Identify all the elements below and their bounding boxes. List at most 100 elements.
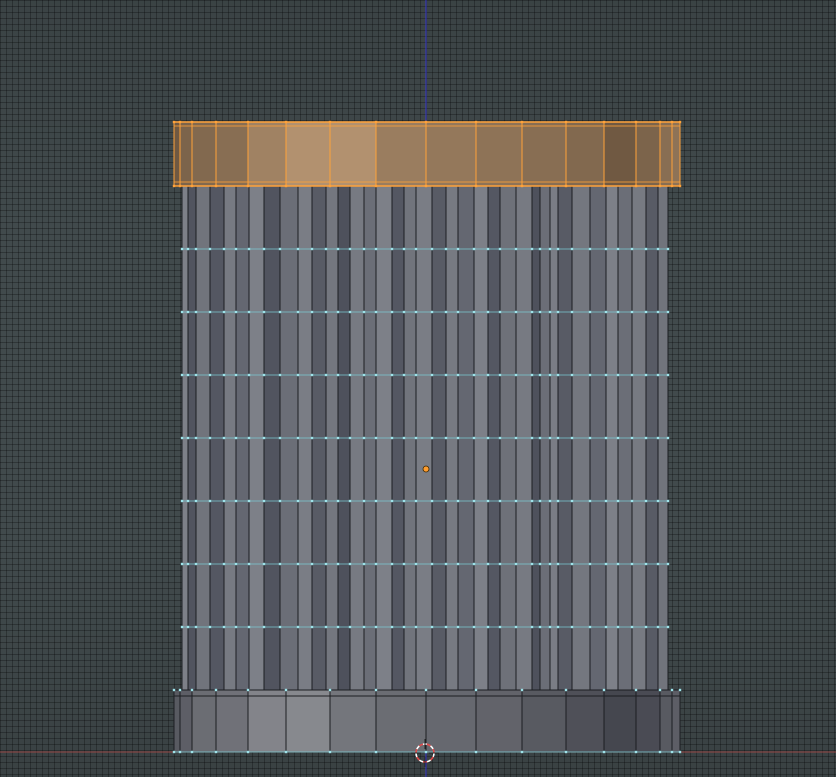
mesh-vertex[interactable] <box>262 625 266 629</box>
mesh-vertex[interactable] <box>278 625 282 629</box>
mesh-vertex[interactable] <box>246 184 250 188</box>
mesh-vertex[interactable] <box>604 310 608 314</box>
mesh-vertex[interactable] <box>222 436 226 440</box>
top-ring-face-selected[interactable] <box>604 122 636 186</box>
top-ring-face-selected[interactable] <box>426 122 476 186</box>
mesh-vertex[interactable] <box>178 120 182 124</box>
mesh-vertex[interactable] <box>180 310 184 314</box>
mesh-vertex[interactable] <box>556 373 560 377</box>
mesh-vertex[interactable] <box>498 562 502 566</box>
mesh-vertex[interactable] <box>430 625 434 629</box>
mesh-vertex[interactable] <box>214 750 218 754</box>
mesh-vertex[interactable] <box>656 499 660 503</box>
mesh-vertex[interactable] <box>284 688 288 692</box>
mesh-vertex[interactable] <box>474 750 478 754</box>
bottom-ring-face[interactable] <box>566 690 604 752</box>
mesh-vertex[interactable] <box>296 310 300 314</box>
mesh-vertex[interactable] <box>538 247 542 251</box>
mesh-vertex[interactable] <box>548 499 552 503</box>
mesh-vertex[interactable] <box>444 436 448 440</box>
top-ring-face-selected[interactable] <box>476 122 522 186</box>
mesh-vertex[interactable] <box>486 310 490 314</box>
mesh-vertex[interactable] <box>616 310 620 314</box>
mesh-vertex[interactable] <box>178 750 182 754</box>
mesh-vertex[interactable] <box>336 499 340 503</box>
mesh-vertex[interactable] <box>658 120 662 124</box>
top-ring-face-selected[interactable] <box>192 122 216 186</box>
mesh-vertex[interactable] <box>336 625 340 629</box>
mesh-vertex[interactable] <box>296 436 300 440</box>
mesh-vertex[interactable] <box>514 247 518 251</box>
mesh-vertex[interactable] <box>548 562 552 566</box>
mesh-vertex[interactable] <box>374 310 378 314</box>
mesh-vertex[interactable] <box>362 625 366 629</box>
mesh-vertex[interactable] <box>588 436 592 440</box>
mesh-vertex[interactable] <box>656 373 660 377</box>
mesh-vertex[interactable] <box>604 562 608 566</box>
mesh-vertex[interactable] <box>564 184 568 188</box>
mesh-vertex[interactable] <box>222 310 226 314</box>
mesh-vertex[interactable] <box>296 499 300 503</box>
mesh-vertex[interactable] <box>247 436 251 440</box>
bottom-ring-face[interactable] <box>376 690 426 752</box>
mesh-vertex[interactable] <box>644 436 648 440</box>
mesh-vertex[interactable] <box>666 499 670 503</box>
mesh-vertex[interactable] <box>514 436 518 440</box>
viewport-scene[interactable] <box>0 0 836 777</box>
mesh-vertex[interactable] <box>374 120 378 124</box>
mesh-vertex[interactable] <box>630 247 634 251</box>
mesh-vertex[interactable] <box>328 184 332 188</box>
mesh-vertex[interactable] <box>262 436 266 440</box>
mesh-vertex[interactable] <box>222 562 226 566</box>
top-ring-face-selected[interactable] <box>566 122 604 186</box>
mesh-vertex[interactable] <box>556 436 560 440</box>
mesh-vertex[interactable] <box>374 750 378 754</box>
mesh-vertex[interactable] <box>178 184 182 188</box>
mesh-vertex[interactable] <box>336 562 340 566</box>
mesh-vertex[interactable] <box>362 562 366 566</box>
mesh-vertex[interactable] <box>262 562 266 566</box>
mesh-vertex[interactable] <box>186 499 190 503</box>
mesh-vertex[interactable] <box>414 436 418 440</box>
mesh-vertex[interactable] <box>214 688 218 692</box>
mesh-vertex[interactable] <box>472 562 476 566</box>
mesh-vertex[interactable] <box>402 499 406 503</box>
mesh-vertex[interactable] <box>556 247 560 251</box>
mesh-vertex[interactable] <box>247 499 251 503</box>
top-ring-face-selected[interactable] <box>672 122 680 186</box>
bottom-ring-face[interactable] <box>522 690 566 752</box>
mesh-vertex[interactable] <box>570 562 574 566</box>
mesh-vertex[interactable] <box>498 373 502 377</box>
mesh-vertex[interactable] <box>246 120 250 124</box>
bottom-ring-face[interactable] <box>426 690 476 752</box>
mesh-vertex[interactable] <box>284 120 288 124</box>
mesh-vertex[interactable] <box>390 499 394 503</box>
mesh-vertex[interactable] <box>247 625 251 629</box>
mesh-vertex[interactable] <box>246 688 250 692</box>
mesh-vertex[interactable] <box>498 436 502 440</box>
bottom-ring-face[interactable] <box>476 690 522 752</box>
mesh-vertex[interactable] <box>456 310 460 314</box>
mesh-vertex[interactable] <box>530 562 534 566</box>
mesh-vertex[interactable] <box>658 750 662 754</box>
mesh-vertex[interactable] <box>498 247 502 251</box>
mesh-vertex[interactable] <box>630 310 634 314</box>
mesh-vertex[interactable] <box>180 499 184 503</box>
mesh-vertex[interactable] <box>180 247 184 251</box>
mesh-vertex[interactable] <box>538 436 542 440</box>
mesh-vertex[interactable] <box>402 310 406 314</box>
mesh-vertex[interactable] <box>588 247 592 251</box>
mesh-vertex[interactable] <box>247 310 251 314</box>
mesh-vertex[interactable] <box>444 373 448 377</box>
mesh-vertex[interactable] <box>208 310 212 314</box>
mesh-vertex[interactable] <box>570 310 574 314</box>
mesh-vertex[interactable] <box>666 373 670 377</box>
mesh-vertex[interactable] <box>172 184 176 188</box>
top-ring-face-selected[interactable] <box>522 122 566 186</box>
mesh-vertex[interactable] <box>194 625 198 629</box>
mesh-vertex[interactable] <box>678 750 682 754</box>
top-ring-face-selected[interactable] <box>286 122 330 186</box>
mesh-vertex[interactable] <box>588 562 592 566</box>
mesh-vertex[interactable] <box>656 625 660 629</box>
mesh-vertex[interactable] <box>180 625 184 629</box>
